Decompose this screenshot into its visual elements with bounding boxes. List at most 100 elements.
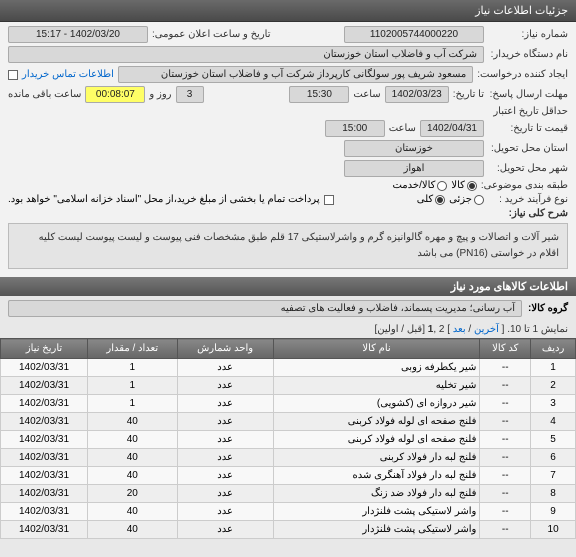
cell-qty: 40 xyxy=(88,431,178,449)
buyer-org-label: نام دستگاه خریدار: xyxy=(488,49,568,60)
cell-n: 9 xyxy=(531,503,576,521)
cell-code: -- xyxy=(480,449,531,467)
th-qty: تعداد / مقدار xyxy=(88,339,178,359)
table-row[interactable]: 10--واشر لاستیکی پشت فلنژدارعدد401402/03… xyxy=(1,521,576,539)
radio-dot-icon xyxy=(474,195,484,205)
nav-next-link[interactable]: بعد xyxy=(453,324,466,335)
radio-service[interactable]: کالا/خدمت xyxy=(392,180,447,191)
radio-goods[interactable]: کالا xyxy=(451,180,477,191)
cell-date: 1402/03/31 xyxy=(1,467,88,485)
panel-header: جزئیات اطلاعات نیاز xyxy=(0,0,576,22)
radio-dot-icon xyxy=(437,181,447,191)
cell-date: 1402/03/31 xyxy=(1,449,88,467)
table-row[interactable]: 6--فلنج لبه دار فولاد کربنیعدد401402/03/… xyxy=(1,449,576,467)
time-label-1: ساعت xyxy=(353,89,380,100)
cell-n: 3 xyxy=(531,395,576,413)
buyer-org-value: شرکت آب و فاضلاب استان خوزستان xyxy=(8,46,484,63)
announce-date-value: 1402/03/20 - 15:17 xyxy=(8,26,148,43)
city-value: اهواز xyxy=(344,160,484,177)
cell-unit: عدد xyxy=(177,431,273,449)
cell-unit: عدد xyxy=(177,413,273,431)
cell-code: -- xyxy=(480,431,531,449)
cell-date: 1402/03/31 xyxy=(1,503,88,521)
category-label: طبقه بندی موضوعی: xyxy=(481,180,568,191)
process-label: نوع فرآیند خرید : xyxy=(488,194,568,205)
cell-name: شیر یکطرفه زوبی xyxy=(273,359,480,377)
radio-full[interactable]: کلی xyxy=(417,194,445,205)
nav-last-link[interactable]: آخرین xyxy=(474,324,499,335)
cell-name: فلنج لبه دار فولاد ضد زنگ xyxy=(273,485,480,503)
table-row[interactable]: 9--واشر لاستیکی پشت فلنژدارعدد401402/03/… xyxy=(1,503,576,521)
cell-n: 1 xyxy=(531,359,576,377)
need-no-value: 1102005744000220 xyxy=(344,26,484,43)
cell-code: -- xyxy=(480,413,531,431)
cell-name: فلنج صفحه ای لوله فولاد کربنی xyxy=(273,413,480,431)
cell-name: فلنج لبه دار فولاد آهنگری شده xyxy=(273,467,480,485)
contact-link[interactable]: اطلاعات تماس خریدار xyxy=(22,69,114,80)
group-row: گروه کالا: آب رسانی؛ مدیریت پسماند، فاضل… xyxy=(0,296,576,321)
cell-date: 1402/03/31 xyxy=(1,377,88,395)
cell-code: -- xyxy=(480,359,531,377)
cell-qty: 40 xyxy=(88,449,178,467)
price-until-label: قیمت تا تاریخ: xyxy=(488,123,568,134)
form-area: شماره نیاز: 1102005744000220 تاریخ و ساع… xyxy=(0,22,576,277)
cell-n: 5 xyxy=(531,431,576,449)
cell-date: 1402/03/31 xyxy=(1,413,88,431)
panel-title: جزئیات اطلاعات نیاز xyxy=(475,5,568,17)
cell-unit: عدد xyxy=(177,395,273,413)
cell-name: واشر لاستیکی پشت فلنژدار xyxy=(273,503,480,521)
cell-unit: عدد xyxy=(177,503,273,521)
province-label: استان محل تحویل: xyxy=(488,143,568,154)
cell-qty: 40 xyxy=(88,503,178,521)
deadline-label: مهلت ارسال پاسخ: xyxy=(488,89,568,100)
group-label: گروه کالا: xyxy=(528,303,568,314)
group-value: آب رسانی؛ مدیریت پسماند، فاضلاب و فعالیت… xyxy=(8,300,522,317)
table-row[interactable]: 8--فلنج لبه دار فولاد ضد زنگعدد201402/03… xyxy=(1,485,576,503)
cell-code: -- xyxy=(480,377,531,395)
cell-n: 2 xyxy=(531,377,576,395)
table-row[interactable]: 1--شیر یکطرفه زوبیعدد11402/03/31 xyxy=(1,359,576,377)
table-row[interactable]: 5--فلنج صفحه ای لوله فولاد کربنیعدد40140… xyxy=(1,431,576,449)
cell-unit: عدد xyxy=(177,377,273,395)
province-value: خوزستان xyxy=(344,140,484,157)
th-row: ردیف xyxy=(531,339,576,359)
cell-date: 1402/03/31 xyxy=(1,359,88,377)
summary-box: شیر آلات و اتصالات و پیچ و مهره گالوانیز… xyxy=(8,223,568,269)
note-text: پرداخت تمام یا بخشی از مبلغ خرید،از محل … xyxy=(8,194,320,205)
cell-code: -- xyxy=(480,467,531,485)
pagination: نمایش 1 تا 10. [ آخرین / بعد ] 2 ,1 [قبل… xyxy=(0,321,576,338)
cell-qty: 20 xyxy=(88,485,178,503)
and-label: روز و xyxy=(149,89,171,100)
time-label-2: ساعت xyxy=(389,123,416,134)
validity-label: حداقل تاریخ اعتبار xyxy=(488,106,568,117)
cell-date: 1402/03/31 xyxy=(1,431,88,449)
cell-n: 10 xyxy=(531,521,576,539)
city-label: شهر محل تحویل: xyxy=(488,163,568,174)
table-row[interactable]: 2--شیر تخلیهعدد11402/03/31 xyxy=(1,377,576,395)
table-row[interactable]: 4--فلنج صفحه ای لوله فولاد کربنیعدد40140… xyxy=(1,413,576,431)
cell-qty: 1 xyxy=(88,377,178,395)
announce-label: تاریخ و ساعت اعلان عمومی: xyxy=(152,29,271,40)
cell-qty: 40 xyxy=(88,521,178,539)
cell-qty: 1 xyxy=(88,395,178,413)
radio-partial[interactable]: جزئی xyxy=(449,194,484,205)
cell-unit: عدد xyxy=(177,359,273,377)
cell-code: -- xyxy=(480,395,531,413)
contact-icon[interactable] xyxy=(8,70,18,80)
cell-unit: عدد xyxy=(177,521,273,539)
note-checkbox-icon[interactable] xyxy=(324,195,334,205)
cell-date: 1402/03/31 xyxy=(1,521,88,539)
cell-unit: عدد xyxy=(177,485,273,503)
table-row[interactable]: 7--فلنج لبه دار فولاد آهنگری شدهعدد40140… xyxy=(1,467,576,485)
cell-date: 1402/03/31 xyxy=(1,485,88,503)
cell-unit: عدد xyxy=(177,467,273,485)
cell-unit: عدد xyxy=(177,449,273,467)
th-name: نام کالا xyxy=(273,339,480,359)
items-table: ردیف کد کالا نام کالا واحد شمارش تعداد /… xyxy=(0,338,576,539)
th-code: کد کالا xyxy=(480,339,531,359)
cell-name: واشر لاستیکی پشت فلنژدار xyxy=(273,521,480,539)
summary-title: شرح کلی نیاز: xyxy=(488,208,568,219)
table-row[interactable]: 3--شیر دروازه ای (کشویی)عدد11402/03/31 xyxy=(1,395,576,413)
cell-n: 8 xyxy=(531,485,576,503)
cell-n: 7 xyxy=(531,467,576,485)
